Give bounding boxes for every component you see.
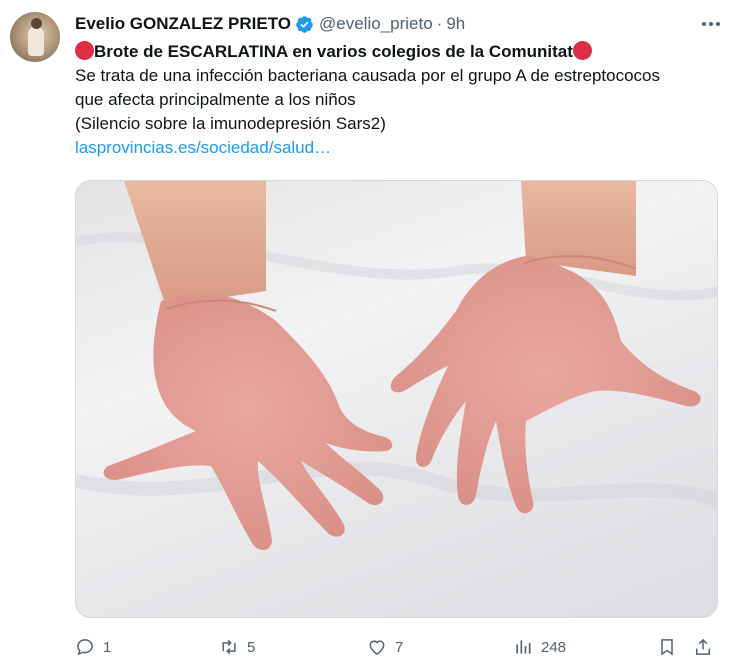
headline-text: Brote de ESCARLATINA en varios colegios … [94, 42, 573, 61]
like-count: 7 [395, 638, 404, 656]
retweet-count: 5 [247, 638, 256, 656]
more-options-icon[interactable] [698, 15, 724, 33]
hands-photo [76, 181, 717, 550]
retweet-icon [222, 639, 236, 655]
tweet-image[interactable] [75, 180, 718, 618]
avatar-figure [28, 26, 44, 56]
timestamp[interactable]: 9h [446, 14, 465, 34]
tweet-header: Evelio GONZALEZ PRIETO @evelio_prieto · … [75, 13, 724, 35]
avatar[interactable] [10, 12, 60, 62]
views-button[interactable]: 248 [513, 637, 566, 657]
author-handle[interactable]: @evelio_prieto [319, 14, 433, 34]
body-line-1: Se trata de una infección bacteriana cau… [75, 66, 661, 85]
bookmark-button[interactable] [657, 637, 685, 657]
red-circle-icon [572, 41, 592, 60]
article-link[interactable]: lasprovincias.es/sociedad/salud… [75, 136, 735, 160]
author-name[interactable]: Evelio GONZALEZ PRIETO [75, 14, 291, 34]
like-button[interactable]: 7 [367, 637, 403, 657]
right-hand [390, 181, 701, 514]
red-circle-icon [75, 41, 94, 60]
separator-dot: · [436, 14, 443, 33]
reply-button[interactable]: 1 [75, 637, 111, 657]
body-line-2: que afecta principalmente a los niños [75, 90, 356, 109]
views-count: 248 [541, 638, 567, 656]
tweet-actions: 1 5 7 248 [75, 633, 725, 663]
reply-count: 1 [103, 638, 112, 656]
bookmark-icon [661, 639, 673, 656]
retweet-button[interactable]: 5 [219, 637, 255, 657]
headline-line: Brote de ESCARLATINA en varios colegios … [75, 40, 735, 64]
tweet-text: Brote de ESCARLATINA en varios colegios … [75, 40, 735, 160]
body-line-3: (Silencio sobre la imunodepresión Sars2) [75, 114, 386, 133]
tweet[interactable]: Evelio GONZALEZ PRIETO @evelio_prieto · … [0, 0, 744, 670]
reply-icon [77, 639, 93, 656]
share-button[interactable] [693, 637, 721, 657]
like-icon [369, 640, 385, 655]
views-icon [516, 640, 531, 654]
verified-badge-icon [296, 15, 313, 33]
avatar-head [31, 18, 42, 29]
share-icon [696, 638, 710, 655]
